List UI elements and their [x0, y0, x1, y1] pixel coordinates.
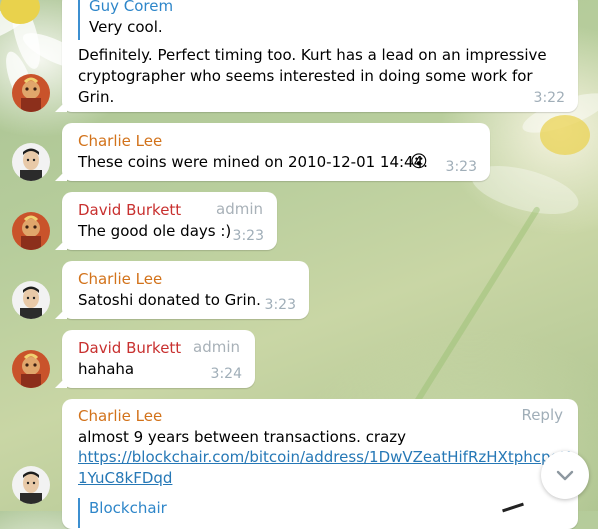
reply-quote-bar	[78, 0, 80, 40]
message-text: These coins were mined on 2010-12-01 14:…	[78, 153, 428, 171]
message-sender[interactable]: David Burkett	[78, 200, 181, 220]
quote-sender[interactable]: Guy Corem	[89, 0, 173, 15]
avatar-charlie-lee[interactable]	[12, 281, 50, 319]
flower-center	[540, 115, 590, 155]
link-preview-site[interactable]: Blockchair	[89, 499, 167, 517]
message-time: 3:24	[210, 366, 242, 382]
message-time: 3:23	[445, 159, 477, 175]
avatar-david-burkett[interactable]	[12, 212, 50, 250]
message-time: 3:22	[533, 90, 565, 106]
message-bubble[interactable]: Charlie Lee Satoshi donated to Grin. 3:2…	[55, 261, 309, 319]
message-link[interactable]: https://blockchair.com/bitcoin/address/1…	[78, 448, 570, 466]
scroll-to-bottom-button[interactable]	[541, 451, 589, 499]
message-sender[interactable]: Charlie Lee	[78, 131, 162, 151]
message-bubble[interactable]: Charlie Lee Reply almost 9 years between…	[62, 399, 578, 529]
message-bubble[interactable]: Guy Corem Very cool. Definitely. Perfect…	[55, 0, 578, 112]
astonished-emoji-icon: 😮	[410, 152, 428, 172]
message-text: almost 9 years between transactions. cra…	[78, 428, 407, 446]
message-time: 3:23	[264, 297, 296, 313]
avatar-david-burkett[interactable]	[12, 74, 50, 112]
message-text: Satoshi donated to Grin.	[78, 291, 261, 309]
message-text: hahaha	[78, 360, 135, 378]
quote-text: Very cool.	[89, 18, 163, 36]
reply-button[interactable]: Reply	[521, 406, 563, 424]
message-text: Definitely. Perfect timing too. Kurt has…	[78, 46, 552, 106]
link-preview-bar	[78, 498, 80, 528]
chevron-down-icon	[555, 465, 575, 489]
message-bubble[interactable]: David Burkett admin hahaha 3:24	[55, 330, 255, 388]
avatar-charlie-lee[interactable]	[12, 143, 50, 181]
message-sender[interactable]: David Burkett	[78, 338, 181, 358]
message-text: The good ole days :)	[78, 222, 232, 240]
message-link-continued[interactable]: 1YuC8kFDqd	[78, 469, 172, 487]
admin-badge: admin	[193, 338, 240, 356]
message-sender[interactable]: Charlie Lee	[78, 269, 162, 289]
avatar-charlie-lee[interactable]	[12, 466, 50, 504]
message-bubble[interactable]: David Burkett admin The good ole days :)…	[55, 192, 277, 250]
message-sender[interactable]: Charlie Lee	[78, 406, 162, 426]
admin-badge: admin	[216, 200, 263, 218]
avatar-david-burkett[interactable]	[12, 350, 50, 388]
message-time: 3:23	[232, 228, 264, 244]
message-bubble[interactable]: Charlie Lee These coins were mined on 20…	[55, 123, 490, 181]
